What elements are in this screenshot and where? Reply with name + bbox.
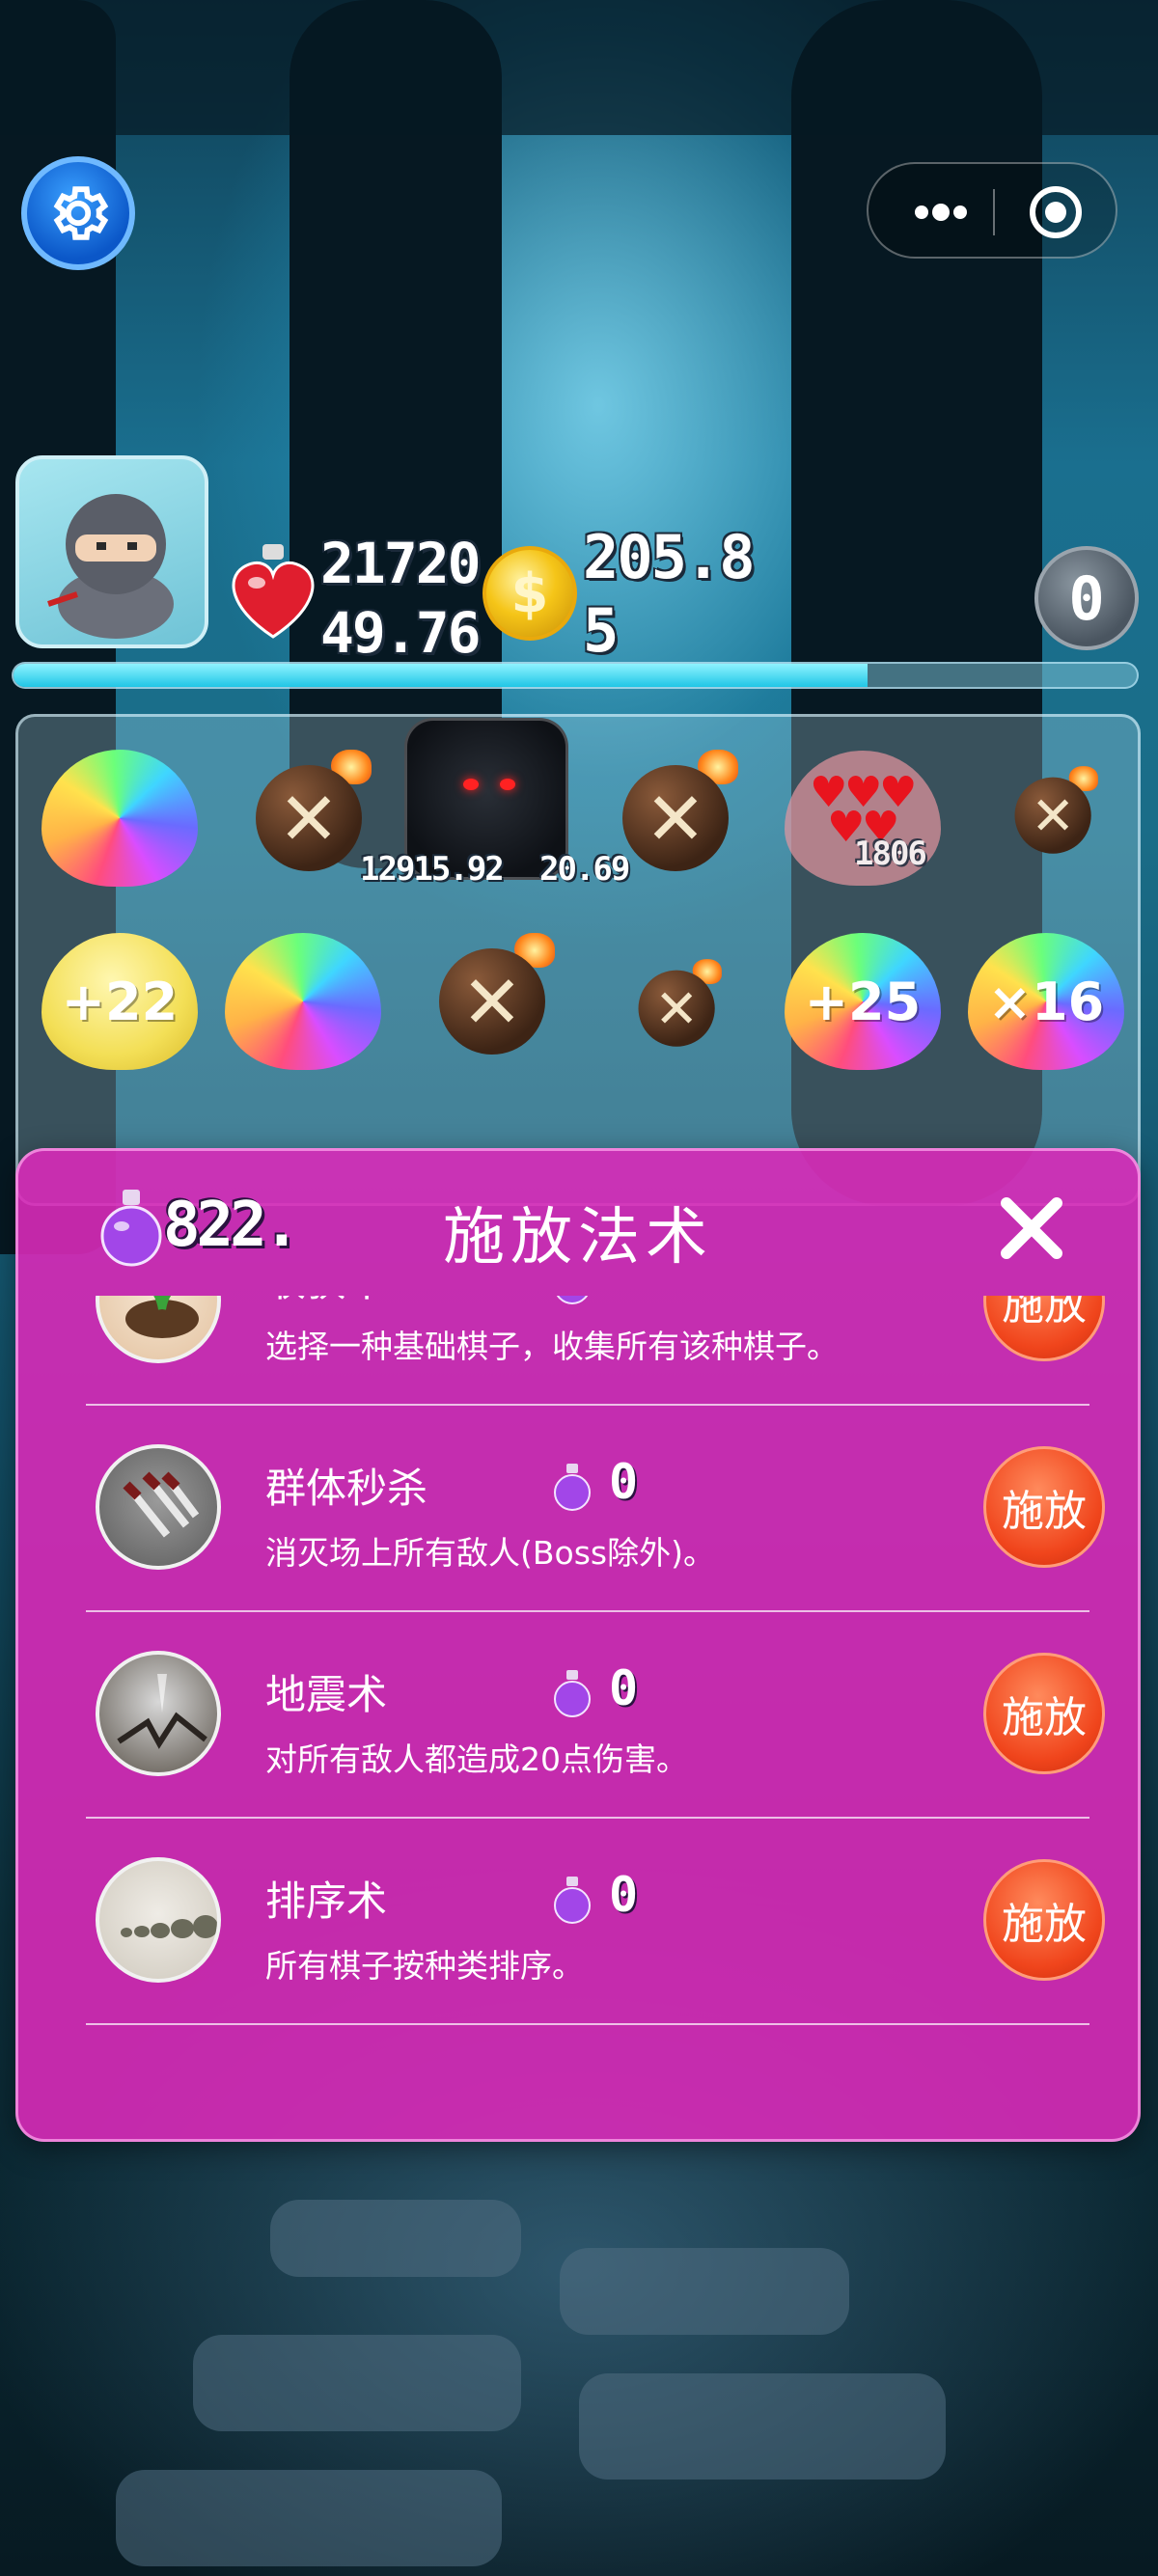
coin-icon: $ <box>482 546 577 641</box>
daggers-spell-icon <box>96 1444 221 1570</box>
mana-potion-icon <box>556 1296 589 1304</box>
board-cell[interactable]: +25 <box>781 929 945 1074</box>
capsule-divider <box>993 189 995 235</box>
rainbow-bonus-egg: +25 <box>785 933 941 1070</box>
bomb-piece: ✕ <box>433 929 559 1055</box>
dialog-header: 822. 施放法术 <box>18 1151 1138 1296</box>
board-cell[interactable]: +22 <box>38 929 202 1074</box>
player-avatar[interactable] <box>15 455 208 648</box>
hp-value: 2172049.76 <box>320 531 482 666</box>
settings-button[interactable] <box>21 156 135 270</box>
spell-row-sort: 排序术 0 所有棋子按种类排序。 施放 <box>86 1819 1105 2025</box>
path-stone <box>116 2470 502 2566</box>
spell-cost: 0 <box>609 1454 639 1510</box>
zero-badge[interactable]: 0 <box>1034 546 1139 650</box>
board-cell[interactable]: ✕ <box>974 736 1138 881</box>
close-button[interactable] <box>993 1190 1070 1267</box>
spell-description: 选择一种基础棋子，收集所有该种棋子。 <box>265 1328 839 1365</box>
spell-name: 地震术 <box>265 1671 388 1718</box>
cast-button[interactable]: 施放 <box>983 1296 1105 1361</box>
exit-button[interactable] <box>1009 183 1102 241</box>
path-stone <box>193 2335 521 2431</box>
rainbow-egg-piece <box>225 933 381 1070</box>
mini-program-capsule <box>867 162 1117 259</box>
heart-potion-icon <box>232 544 315 639</box>
rainbow-multiplier-egg: ×16 <box>968 933 1124 1070</box>
mana-potion-icon <box>554 1670 591 1717</box>
path-stone <box>270 2200 521 2277</box>
yellow-bonus-egg: +22 <box>41 933 198 1070</box>
cast-button[interactable]: 施放 <box>983 1446 1105 1568</box>
path-stone <box>560 2248 849 2335</box>
board-cell[interactable] <box>38 746 202 891</box>
spell-cost: 0 <box>609 1296 638 1303</box>
spell-description: 所有棋子按种类排序。 <box>265 1947 584 1985</box>
spell-row-harvest: 收获术 0 选择一种基础棋子，收集所有该种棋子。 施放 <box>86 1296 1105 1406</box>
earthquake-spell-icon <box>96 1651 221 1776</box>
rainbow-egg-piece <box>41 750 198 887</box>
hearts-value-label: 1806 <box>854 835 927 873</box>
progress-bar <box>12 662 1139 689</box>
mana-potion-icon <box>554 1877 591 1924</box>
spell-list[interactable]: 收获术 0 选择一种基础棋子，收集所有该种棋子。 施放 群体秒杀 0 消灭场上所… <box>18 1296 1138 2125</box>
spell-name: 群体秒杀 <box>265 1465 428 1512</box>
spell-cost: 0 <box>609 1660 639 1716</box>
bomb-piece: ✕ <box>617 746 742 871</box>
spell-description: 对所有敌人都造成20点伤害。 <box>265 1740 688 1778</box>
board-cell[interactable]: ×16 <box>964 929 1128 1074</box>
spell-row-earthquake: 地震术 0 对所有敌人都造成20点伤害。 施放 <box>86 1612 1105 1819</box>
board-cell[interactable] <box>221 929 385 1074</box>
bomb-piece: ✕ <box>1010 763 1101 854</box>
harvest-spell-icon <box>96 1296 221 1363</box>
close-icon <box>1001 1197 1062 1259</box>
board-cell[interactable]: ✕ <box>414 919 578 1064</box>
bomb-piece: ✕ <box>250 746 375 871</box>
gear-icon <box>53 186 109 240</box>
spell-row-mass-kill: 群体秒杀 0 消灭场上所有敌人(Boss除外)。 施放 <box>86 1406 1105 1612</box>
cast-button[interactable]: 施放 <box>983 1859 1105 1981</box>
ninja-avatar-icon <box>47 494 174 639</box>
damage-float-label: 20.69 <box>539 850 630 889</box>
spell-description: 消灭场上所有敌人(Boss除外)。 <box>265 1534 715 1572</box>
sort-spell-icon <box>96 1857 221 1983</box>
bomb-piece: ✕ <box>634 956 725 1047</box>
more-button[interactable] <box>897 183 984 241</box>
spell-name: 收获术 <box>265 1296 387 1308</box>
coin-value: 205.85 <box>583 522 756 666</box>
path-stone <box>579 2373 946 2480</box>
progress-fill <box>14 664 868 687</box>
board-cell[interactable]: ✕ <box>597 929 761 1074</box>
cast-spell-dialog: 822. 施放法术 收获术 0 选择一种基础棋子，收集所有该种棋子。 施放 群体… <box>15 1148 1141 2142</box>
spell-name: 排序术 <box>265 1877 388 1925</box>
game-board: ✕ ✕ ♥ ♥ ♥ ♥ ♥ ✕ 12915.92 20.69 1806 +22 ✕ ✕… <box>15 714 1141 1206</box>
cast-button[interactable]: 施放 <box>983 1653 1105 1774</box>
monster-hp-label: 12915.92 <box>360 850 505 889</box>
mana-potion-icon <box>554 1464 591 1511</box>
monster-eye <box>500 779 515 790</box>
target-circle-icon <box>1030 186 1082 238</box>
tree-canopy <box>0 0 1158 135</box>
monster-eye <box>463 779 479 790</box>
spell-cost: 0 <box>609 1867 639 1923</box>
dialog-title: 施放法术 <box>443 1202 713 1274</box>
more-dots-icon <box>915 204 967 221</box>
